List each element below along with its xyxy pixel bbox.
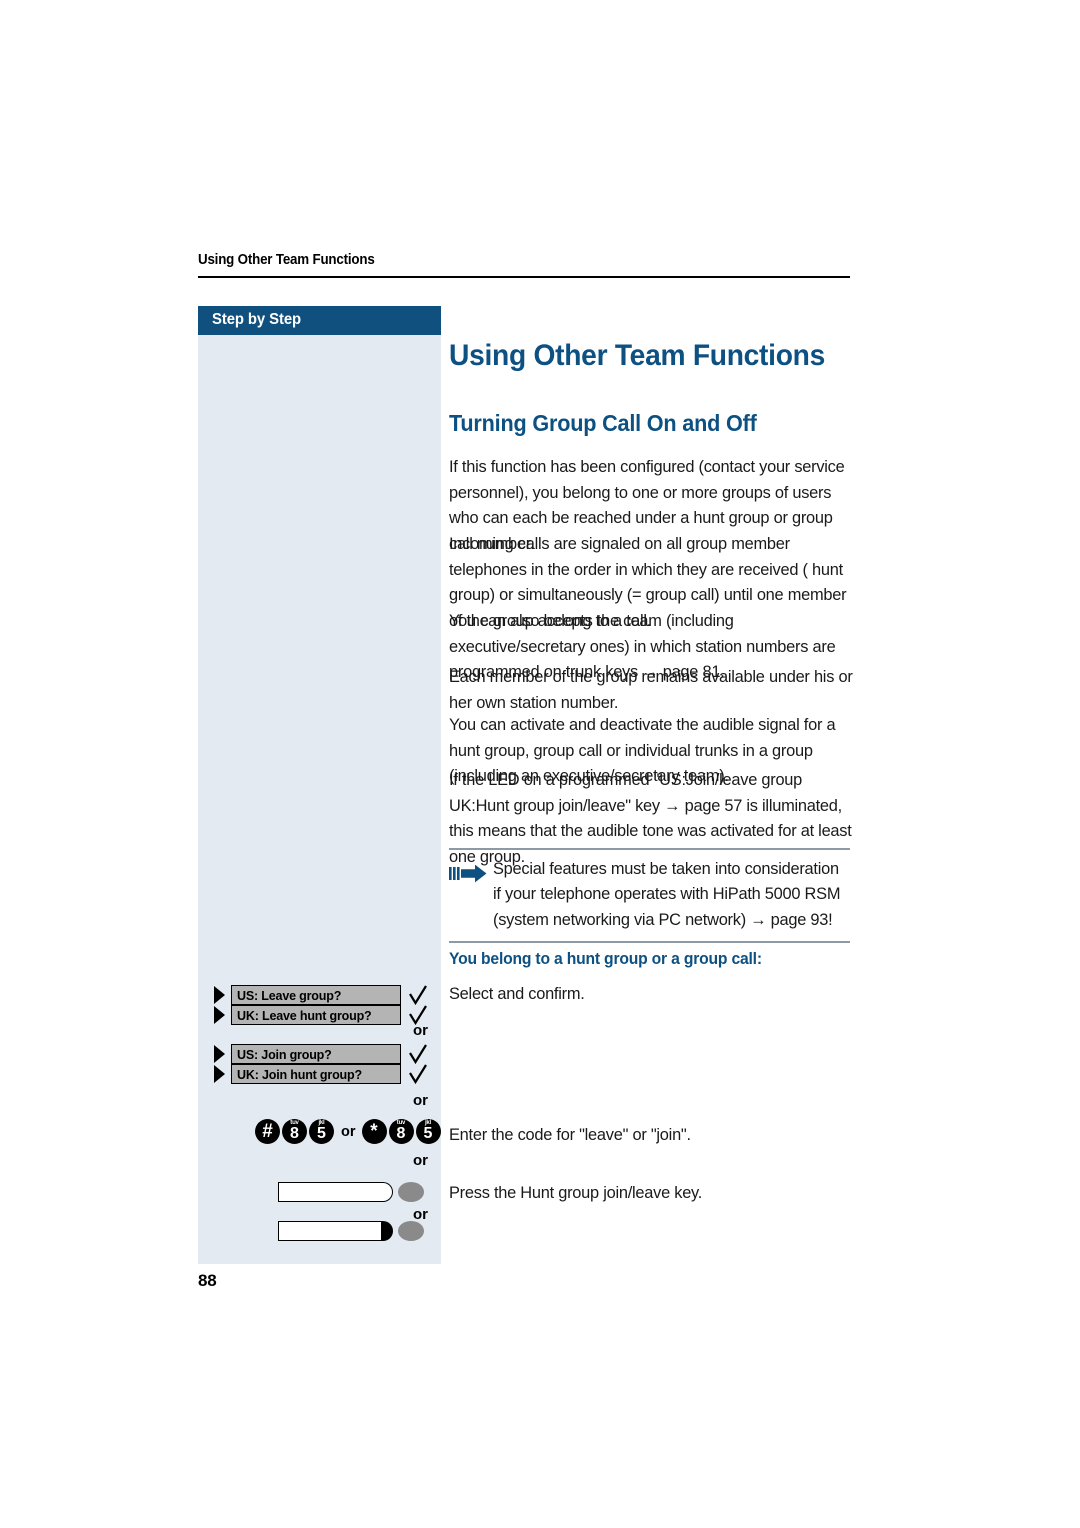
check-icon[interactable] (408, 1063, 428, 1085)
keypad-key-asterisk[interactable]: * (361, 1119, 387, 1144)
body-paragraph-4: Each member of the group remains availab… (449, 668, 853, 712)
keypad-key-5-alt[interactable]: jkl 5 (415, 1119, 441, 1144)
triangle-right-icon (214, 1006, 225, 1024)
dialog-option-label: UK: Leave hunt group? (237, 1007, 372, 1023)
keypad-key-letters: jkl (318, 1120, 325, 1126)
hand-pointer-arrow-icon (449, 857, 493, 888)
step-by-step-label: Step by Step (212, 311, 302, 328)
function-key-unlit[interactable] (278, 1182, 424, 1202)
dialog-option-row-2[interactable]: UK: Leave hunt group? (214, 1004, 428, 1026)
keypad-key-glyph: 8 (396, 1125, 406, 1142)
keypad-key-glyph: * (370, 1121, 378, 1142)
note-box: Special features must be taken into cons… (449, 848, 850, 944)
function-key-cap (381, 1182, 393, 1202)
function-key-led-icon (398, 1182, 424, 1202)
note-bottom-rule (449, 941, 850, 944)
keypad-key-glyph: 5 (423, 1125, 433, 1142)
page-number: 88 (198, 1271, 217, 1290)
keypad-key-letters: tuv (396, 1120, 406, 1126)
or-separator-3: or (413, 1152, 428, 1169)
caption-select-confirm: Select and confirm. (449, 985, 585, 1003)
function-key-label-strip (278, 1182, 381, 1202)
keypad-key-letters: jkl (424, 1120, 432, 1126)
function-key-label-strip (278, 1221, 381, 1241)
or-separator-2: or (413, 1092, 428, 1109)
dialog-option-label: US: Leave group? (237, 987, 342, 1003)
keypad-key-5[interactable]: jkl 5 (309, 1119, 334, 1144)
keypad-or-separator: or (341, 1123, 356, 1140)
subsection-title: You belong to a hunt group or a group ca… (449, 950, 762, 968)
keypad-key-letters: tuv (290, 1120, 299, 1126)
function-key-lit[interactable] (278, 1221, 424, 1241)
running-header: Using Other Team Functions (198, 252, 375, 268)
document-page: Using Other Team Functions Step by Step … (0, 0, 1080, 1528)
dialog-option-row-1[interactable]: US: Leave group? (214, 984, 428, 1006)
triangle-right-icon (214, 986, 225, 1004)
caption-press-key: Press the Hunt group join/leave key. (449, 1184, 703, 1202)
display-option-box: UK: Leave hunt group? (231, 1005, 401, 1025)
triangle-right-icon (214, 1045, 225, 1063)
triangle-right-icon (214, 1065, 225, 1083)
dialog-option-row-4[interactable]: UK: Join hunt group? (214, 1063, 428, 1085)
page-title: Using Other Team Functions (449, 339, 826, 372)
dialog-option-label: US: Join group? (237, 1046, 332, 1062)
keypad-sequence[interactable]: # tuv 8 jkl 5 or * tuv 8 jkl 5 (255, 1119, 443, 1144)
keypad-key-8[interactable]: tuv 8 (282, 1119, 307, 1144)
or-separator-1: or (413, 1022, 428, 1039)
display-option-box: UK: Join hunt group? (231, 1064, 401, 1084)
keypad-key-glyph: 5 (317, 1125, 326, 1142)
step-by-step-header: Step by Step (198, 306, 441, 335)
check-icon[interactable] (408, 984, 428, 1006)
keypad-key-hash[interactable]: # (255, 1119, 280, 1144)
dialog-option-row-3[interactable]: US: Join group? (214, 1043, 428, 1065)
keypad-key-8-alt[interactable]: tuv 8 (388, 1119, 414, 1144)
display-option-box: US: Join group? (231, 1044, 401, 1064)
function-key-cap-filled (381, 1221, 393, 1241)
section-title: Turning Group Call On and Off (449, 410, 757, 436)
keypad-key-glyph: 8 (290, 1125, 299, 1142)
keypad-key-glyph: # (262, 1121, 273, 1142)
function-key-led-icon (398, 1221, 424, 1241)
caption-enter-code: Enter the code for "leave" or "join". (449, 1126, 691, 1144)
check-icon[interactable] (408, 1043, 428, 1065)
note-text: Special features must be taken into cons… (493, 860, 841, 929)
dialog-option-label: UK: Join hunt group? (237, 1066, 362, 1082)
header-rule (198, 276, 850, 278)
display-option-box: US: Leave group? (231, 985, 401, 1005)
